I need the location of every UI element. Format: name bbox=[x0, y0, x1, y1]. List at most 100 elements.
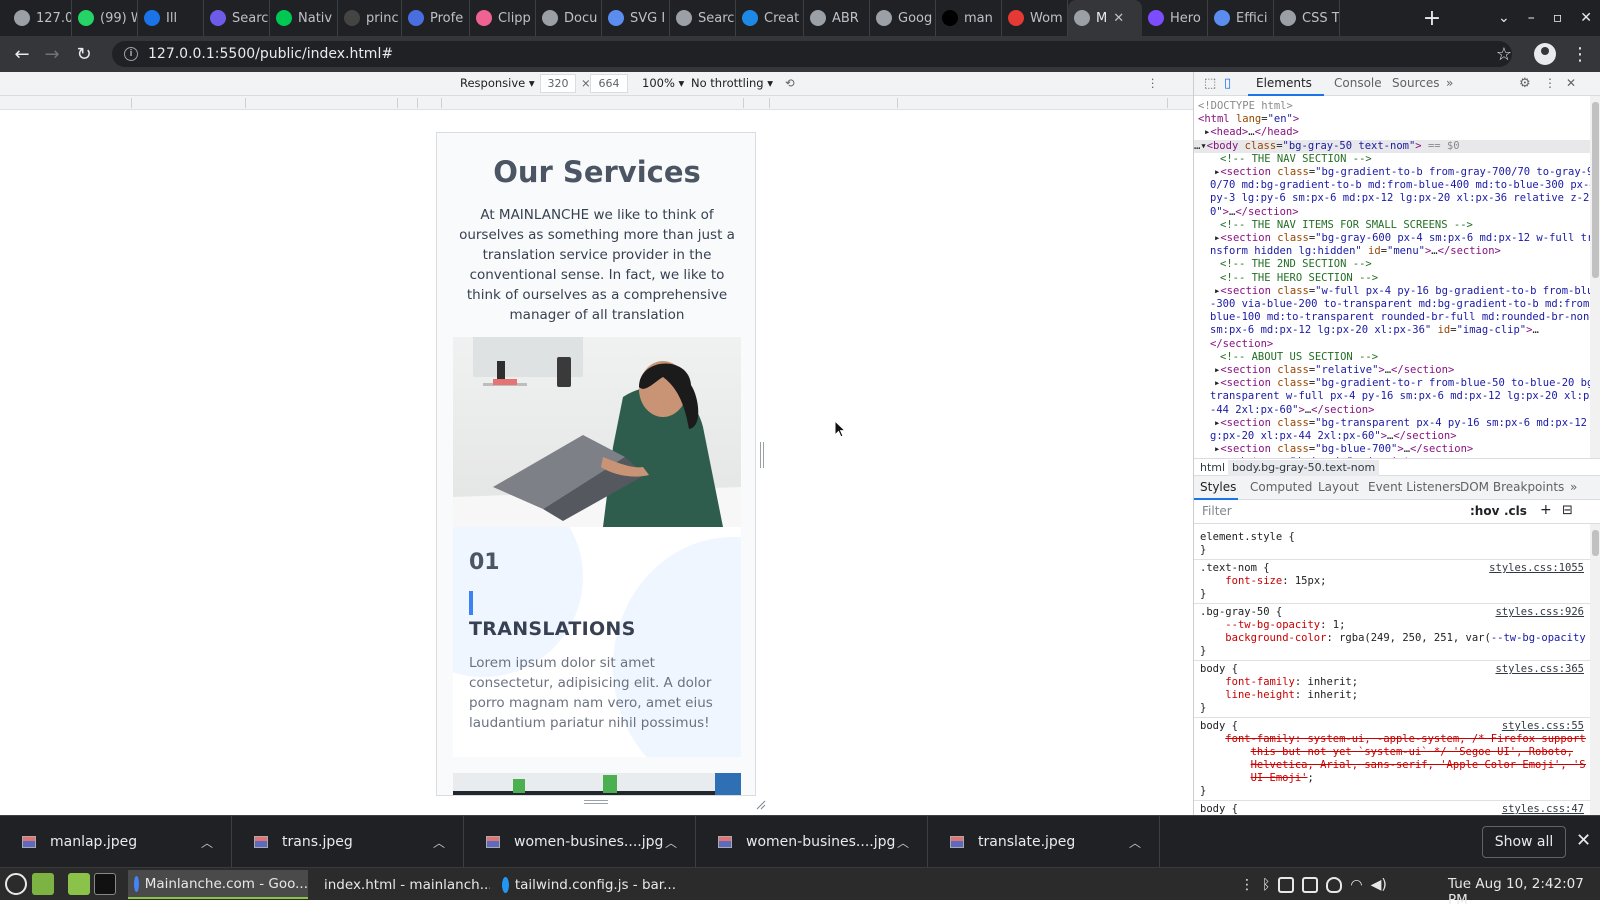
start-menu-icon[interactable] bbox=[5, 873, 27, 895]
devtools-menu-icon[interactable]: ⋮ bbox=[1544, 76, 1556, 90]
tab-computed[interactable]: Computed bbox=[1250, 480, 1312, 494]
tab-console[interactable]: Console bbox=[1334, 76, 1382, 90]
tab-event-listeners[interactable]: Event Listeners bbox=[1368, 480, 1461, 494]
browser-tab[interactable]: CSS T bbox=[1274, 0, 1340, 36]
hover-state-toggle[interactable]: :hov bbox=[1470, 504, 1499, 518]
profile-avatar[interactable] bbox=[1534, 43, 1556, 65]
styles-pane[interactable]: element.style { } .text-nom { styles.css… bbox=[1194, 524, 1590, 815]
chevron-up-icon[interactable]: ︿ bbox=[433, 834, 445, 851]
close-window-button[interactable]: ✕ bbox=[1580, 10, 1592, 26]
rule-source-link[interactable]: styles.css:55 bbox=[1502, 720, 1584, 733]
restore-button[interactable]: ▫ bbox=[1553, 10, 1563, 26]
resize-handle-right[interactable] bbox=[760, 442, 764, 468]
dom-node-line[interactable]: ▸<section class="bg-gradient-to-r from-b… bbox=[1194, 377, 1590, 390]
dom-node-line[interactable]: py-3 lg:py-6 sm:px-6 md:px-12 lg:px-20 x… bbox=[1194, 192, 1590, 205]
tab-search-icon[interactable]: ⌄ bbox=[1498, 10, 1510, 26]
rule-source-link[interactable]: styles.css:926 bbox=[1495, 606, 1584, 619]
dom-tree[interactable]: <!DOCTYPE html> <html lang="en"> ▸<head>…<… bbox=[1194, 96, 1590, 458]
zoom-select[interactable]: 100% ▾ bbox=[642, 76, 684, 90]
dom-node-line[interactable]: 0/70 md:bg-gradient-to-b md:from-blue-40… bbox=[1194, 179, 1590, 192]
browser-tab[interactable]: Ill bbox=[138, 0, 204, 36]
volume-icon[interactable]: ◀) bbox=[1371, 877, 1387, 893]
browser-tab[interactable]: Effici bbox=[1208, 0, 1274, 36]
dom-node-line[interactable]: blue-100 md:to-transparent rounded-br-fu… bbox=[1194, 311, 1590, 324]
rule-source-link[interactable]: styles.css:365 bbox=[1495, 663, 1584, 676]
browser-tab[interactable]: 127.0 bbox=[8, 0, 72, 36]
taskbar-window-button[interactable]: index.html - mainlanch... bbox=[312, 870, 490, 899]
info-icon[interactable]: i bbox=[124, 47, 138, 61]
browser-tab[interactable]: M ✕ bbox=[1068, 0, 1142, 36]
chevron-up-icon[interactable]: ︿ bbox=[1129, 834, 1141, 851]
more-style-tabs-icon[interactable]: » bbox=[1570, 480, 1577, 494]
download-item[interactable]: women-busines....jpg ︿ bbox=[464, 816, 696, 868]
browser-tab[interactable]: Hero bbox=[1142, 0, 1208, 36]
dom-node-line[interactable]: ▸<section class="bg-gradient-to-b from-g… bbox=[1194, 166, 1590, 179]
dom-node-line[interactable]: <html lang="en"> bbox=[1194, 113, 1590, 126]
styles-filter-input[interactable]: Filter bbox=[1202, 504, 1232, 518]
browser-menu-icon[interactable]: ⋮ bbox=[1566, 40, 1594, 68]
browser-tab[interactable]: Nativ bbox=[270, 0, 338, 36]
dom-node-line[interactable]: g:px-20 xl:px-44 2xl:px-60">…</section> bbox=[1194, 430, 1590, 443]
taskbar-window-button[interactable]: Mainlanche.com - Goo... bbox=[128, 870, 308, 899]
bookmark-star-icon[interactable]: ☆ bbox=[1490, 40, 1518, 68]
styles-scrollbar[interactable] bbox=[1590, 524, 1600, 815]
dom-node-line[interactable]: <!-- ABOUT US SECTION --> bbox=[1194, 351, 1590, 364]
dom-node-line[interactable]: ▸<section class="w-full px-4 py-16 bg-gr… bbox=[1194, 285, 1590, 298]
media-query-bar[interactable] bbox=[0, 96, 1193, 110]
device-select[interactable]: Responsive ▾ bbox=[460, 76, 535, 90]
rotate-icon[interactable]: ⟲ bbox=[785, 76, 795, 90]
tab-layout[interactable]: Layout bbox=[1318, 480, 1359, 494]
wifi-icon[interactable]: ◠ bbox=[1350, 877, 1362, 893]
dom-node-line[interactable]: …▾<body class="bg-gray-50 text-nom"> == … bbox=[1194, 139, 1590, 153]
tab-sources[interactable]: Sources bbox=[1392, 76, 1439, 90]
show-all-downloads-button[interactable]: Show all bbox=[1482, 826, 1566, 858]
breadcrumb-body[interactable]: body.bg-gray-50.text-nom bbox=[1228, 460, 1380, 476]
terminal-icon[interactable] bbox=[94, 873, 116, 895]
browser-tab[interactable]: Searc bbox=[204, 0, 270, 36]
browser-tab[interactable]: Profe bbox=[402, 0, 470, 36]
computed-sidebar-toggle-icon[interactable]: ⊟ bbox=[1562, 503, 1573, 518]
inspect-element-icon[interactable]: ⬚ bbox=[1204, 76, 1216, 91]
settings-gear-icon[interactable]: ⚙ bbox=[1519, 76, 1531, 91]
new-tab-button[interactable]: + bbox=[1418, 4, 1446, 32]
clock[interactable]: Tue Aug 10, 2:42:07 PM bbox=[1448, 876, 1600, 908]
reload-icon[interactable]: ↻ bbox=[70, 40, 98, 68]
browser-tab[interactable]: princ bbox=[338, 0, 402, 36]
address-bar[interactable]: i 127.0.0.1:5500/public/index.html# bbox=[112, 41, 1512, 67]
close-tab-icon[interactable]: ✕ bbox=[1113, 11, 1124, 26]
dom-node-line[interactable]: ▸<section class="bg-transparent px-4 py-… bbox=[1194, 417, 1590, 430]
dom-node-line[interactable]: nsform hidden lg:hidden" id="menu">…</se… bbox=[1194, 245, 1590, 258]
chevron-up-icon[interactable]: ︿ bbox=[665, 834, 677, 851]
dom-node-line[interactable]: <!-- THE HERO SECTION --> bbox=[1194, 272, 1590, 285]
tab-dom-breakpoints[interactable]: DOM Breakpoints bbox=[1460, 480, 1564, 494]
taskbar-window-button[interactable]: tailwind.config.js - bar... bbox=[496, 870, 676, 899]
download-item[interactable]: translate.jpeg ︿ bbox=[928, 816, 1160, 868]
download-item[interactable]: women-busines....jpg ︿ bbox=[696, 816, 928, 868]
browser-tab[interactable]: man bbox=[936, 0, 1002, 36]
browser-tab[interactable]: (99) W bbox=[72, 0, 138, 36]
dom-node-line[interactable]: sm:px-6 md:px-12 lg:px-20 xl:px-36" id="… bbox=[1194, 324, 1590, 337]
dom-node-line[interactable]: ▸<section class="bg-gray-600 px-4 sm:px-… bbox=[1194, 232, 1590, 245]
dom-node-line[interactable]: <!-- THE NAV ITEMS FOR SMALL SCREENS --> bbox=[1194, 219, 1590, 232]
shield-icon[interactable] bbox=[1326, 876, 1343, 893]
dom-node-line[interactable]: ▸<head>…</head> bbox=[1194, 126, 1590, 139]
browser-tab[interactable]: Clipp bbox=[470, 0, 536, 36]
download-item[interactable]: trans.jpeg ︿ bbox=[232, 816, 464, 868]
rule-source-link[interactable]: styles.css:1055 bbox=[1489, 562, 1584, 575]
dom-node-line[interactable]: ▸<section class="bg-blue-700">…</section… bbox=[1194, 443, 1590, 456]
show-desktop-icon[interactable] bbox=[32, 873, 54, 895]
browser-tab[interactable]: Goog bbox=[870, 0, 936, 36]
tray-menu-icon[interactable]: ⋮ bbox=[1240, 877, 1254, 893]
tab-styles[interactable]: Styles bbox=[1200, 480, 1236, 494]
close-devtools-icon[interactable]: ✕ bbox=[1566, 76, 1576, 90]
close-shelf-icon[interactable]: ✕ bbox=[1576, 830, 1591, 851]
dom-node-line[interactable]: -300 via-blue-200 to-transparent md:bg-g… bbox=[1194, 298, 1590, 311]
update-manager-icon[interactable] bbox=[1302, 876, 1319, 893]
throttling-select[interactable]: No throttling ▾ bbox=[691, 76, 773, 90]
device-toggle-icon[interactable]: ▯ bbox=[1224, 76, 1231, 91]
forward-icon[interactable]: → bbox=[38, 40, 66, 68]
browser-tab[interactable]: Creat bbox=[736, 0, 804, 36]
class-toggle[interactable]: .cls bbox=[1504, 504, 1527, 518]
new-style-rule-button[interactable]: + bbox=[1540, 502, 1552, 518]
device-toolbar-menu-icon[interactable]: ⋮ bbox=[1147, 76, 1159, 90]
